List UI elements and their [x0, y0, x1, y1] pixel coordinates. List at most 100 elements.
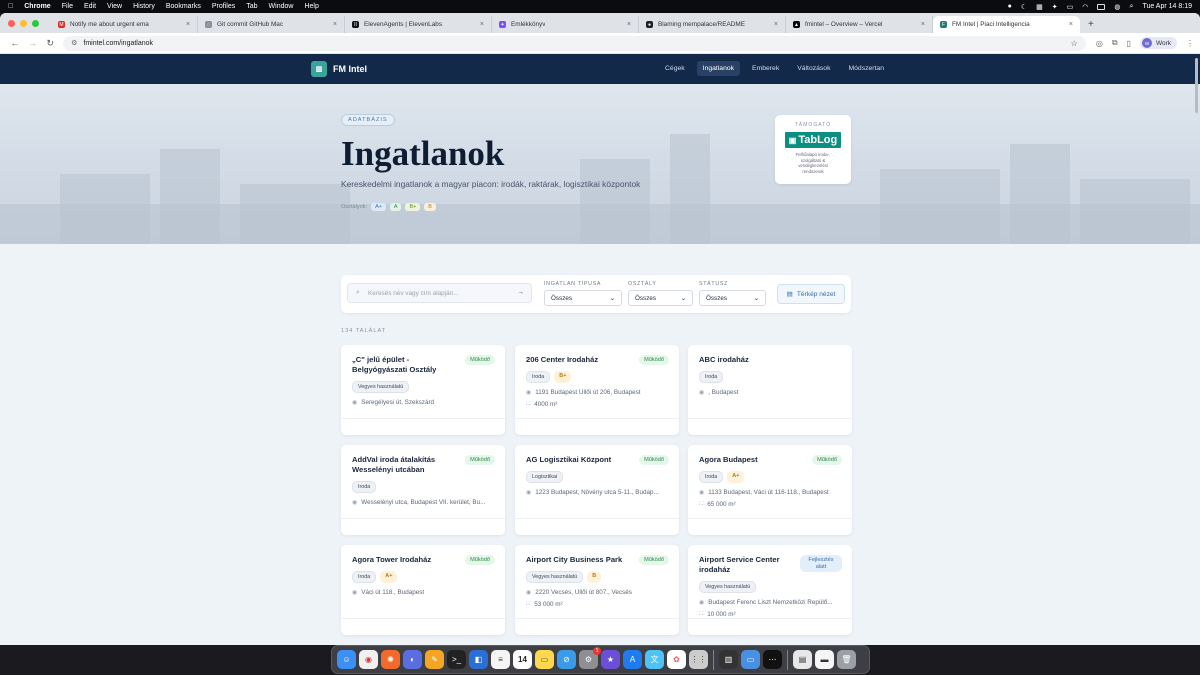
- menu-window[interactable]: Window: [269, 3, 294, 10]
- property-card[interactable]: Airport City Business Park Működő Vegyes h…: [515, 545, 679, 635]
- property-card[interactable]: „C" jelű épület - Belgyógyászati Osztály…: [341, 345, 505, 435]
- calendar-icon[interactable]: 14: [513, 650, 532, 669]
- nav-link[interactable]: Változások: [791, 61, 836, 76]
- property-card[interactable]: AddVal iroda átalakítás Wesselényi utcáb…: [341, 445, 505, 535]
- close-tab-icon[interactable]: ×: [774, 21, 778, 28]
- pencil-icon[interactable]: ✎: [425, 650, 444, 669]
- property-card[interactable]: ABC irodaház Iroda ◉, Budapest: [688, 345, 852, 435]
- sparkle-icon[interactable]: ✦: [1052, 3, 1058, 11]
- assistant-icon[interactable]: ◐: [403, 650, 422, 669]
- close-tab-icon[interactable]: ×: [1069, 21, 1073, 28]
- browser-tab[interactable]: ▲ fmintel – Overview – Vercel ×: [786, 16, 933, 33]
- submit-arrow-icon[interactable]: →: [517, 289, 524, 296]
- property-title[interactable]: AddVal iroda átalakítás Wesselényi utcáb…: [352, 455, 462, 475]
- back-icon[interactable]: ←: [6, 38, 24, 48]
- forward-icon[interactable]: →: [24, 38, 42, 48]
- menubar-datetime[interactable]: Tue Apr 14 8:19: [1142, 3, 1192, 10]
- property-title[interactable]: Airport Service Center irodaház: [699, 555, 809, 575]
- zoom-window-button[interactable]: [32, 20, 39, 27]
- new-tab-button[interactable]: +: [1080, 19, 1102, 33]
- app-store-icon[interactable]: A: [623, 650, 642, 669]
- nav-link[interactable]: Módszertan: [842, 61, 890, 76]
- close-tab-icon[interactable]: ×: [921, 21, 925, 28]
- keyboard-icon[interactable]: [1097, 3, 1106, 10]
- terminal-icon[interactable]: >_: [447, 650, 466, 669]
- calculator-icon[interactable]: ⋯: [763, 650, 782, 669]
- window-icon[interactable]: ▭: [741, 650, 760, 669]
- type-select[interactable]: Összes ⌄: [544, 290, 622, 306]
- menu-file[interactable]: File: [62, 3, 73, 10]
- property-card[interactable]: Agora Tower Irodaház Működő Iroda A+ ◉ Váci ú…: [341, 545, 505, 635]
- menu-view[interactable]: View: [107, 3, 122, 10]
- control-center-icon[interactable]: ◍: [1114, 3, 1120, 11]
- battery-icon[interactable]: ▭: [1067, 3, 1074, 11]
- property-title[interactable]: AG Logisztikai Központ: [526, 455, 636, 465]
- star-app-icon[interactable]: ★: [601, 650, 620, 669]
- sponsor-box[interactable]: TÁMOGATÓ ▣ TabLog Felhőalapú iroda-, szo…: [775, 115, 851, 184]
- page-scrollbar[interactable]: [1195, 58, 1198, 113]
- property-title[interactable]: Airport City Business Park: [526, 555, 636, 565]
- property-title[interactable]: ABC irodaház: [699, 355, 809, 365]
- browser-tab[interactable]: II ElevenAgents | ElevenLabs ×: [345, 16, 492, 33]
- property-card[interactable]: Agora Budapest Működő Iroda A+ ◉ 1133 Budapes…: [688, 445, 852, 535]
- sidepanel-icon[interactable]: ▯: [1127, 39, 1131, 48]
- profile-button[interactable]: W Work: [1139, 37, 1178, 49]
- browser-tab[interactable]: ● Blaming mempalace/README ×: [639, 16, 786, 33]
- translate-icon[interactable]: 文: [645, 650, 664, 669]
- close-tab-icon[interactable]: ×: [186, 21, 190, 28]
- browser-tab[interactable]: F FM Intel | Piaci Intelligencia ×: [933, 16, 1080, 33]
- stickies-icon[interactable]: ▭: [535, 650, 554, 669]
- more-menu-icon[interactable]: ⋮: [1186, 39, 1194, 48]
- activity-icon[interactable]: ▥: [719, 650, 738, 669]
- property-card[interactable]: AG Logisztikai Központ Működő Logisztikai ◉…: [515, 445, 679, 535]
- property-title[interactable]: 206 Center Irodaház: [526, 355, 636, 365]
- menu-edit[interactable]: Edit: [84, 3, 96, 10]
- settings-icon[interactable]: ⚙ 1: [579, 647, 601, 669]
- apple-menu-icon[interactable]: : [8, 3, 13, 10]
- property-title[interactable]: Agora Tower Irodaház: [352, 555, 462, 565]
- chrome-icon[interactable]: ◉: [359, 650, 378, 669]
- notes-icon[interactable]: ≡: [491, 650, 510, 669]
- close-tab-icon[interactable]: ×: [333, 21, 337, 28]
- menu-profiles[interactable]: Profiles: [212, 3, 235, 10]
- downloads-icon[interactable]: ▬: [815, 650, 834, 669]
- finder-icon[interactable]: ☺: [337, 650, 356, 669]
- reload-icon[interactable]: ↻: [41, 38, 59, 49]
- photos-icon[interactable]: ✿: [667, 650, 686, 669]
- record-icon[interactable]: ●: [1008, 3, 1012, 10]
- minimize-window-button[interactable]: [20, 20, 27, 27]
- property-card[interactable]: 206 Center Irodaház Működő Iroda B+ ◉ 1191 Bu…: [515, 345, 679, 435]
- close-tab-icon[interactable]: ×: [627, 21, 631, 28]
- moon-icon[interactable]: ☾: [1021, 3, 1027, 11]
- menu-history[interactable]: History: [133, 3, 155, 10]
- menu-tab[interactable]: Tab: [246, 3, 257, 10]
- bookmark-star-icon[interactable]: ☆: [1071, 39, 1078, 48]
- vscode-icon[interactable]: ◧: [469, 650, 488, 669]
- search-input[interactable]: ⌕ Keresés név vagy cím alapján... →: [347, 283, 532, 303]
- nav-link[interactable]: Cégek: [659, 61, 691, 76]
- sponsor-logo[interactable]: ▣ TabLog: [785, 132, 841, 148]
- map-view-button[interactable]: ▤ Térkép nézet: [777, 284, 845, 304]
- safari-icon[interactable]: ⊘: [557, 650, 576, 669]
- menu-help[interactable]: Help: [304, 3, 318, 10]
- property-title[interactable]: „C" jelű épület - Belgyógyászati Osztály: [352, 355, 462, 375]
- property-card[interactable]: Airport Service Center irodaház Fejleszté…: [688, 545, 852, 635]
- nav-link[interactable]: Ingatlanok: [696, 61, 741, 76]
- document-icon[interactable]: ▤: [793, 650, 812, 669]
- extension-icon[interactable]: ◎: [1096, 39, 1103, 48]
- browser-tab[interactable]: ◌ Git commit GitHub Mac ×: [198, 16, 345, 33]
- puzzle-icon[interactable]: ⧉: [1112, 38, 1118, 48]
- search-icon[interactable]: ⌕: [1130, 3, 1134, 11]
- site-logo[interactable]: ▥ FM Intel: [311, 61, 367, 77]
- address-bar[interactable]: ⚙ fmintel.com/ingatlanok ☆: [63, 35, 1086, 51]
- browser-tab[interactable]: M Notify me about urgent ema ×: [51, 16, 198, 33]
- browser-tab[interactable]: ✦ Emlékkönyv ×: [492, 16, 639, 33]
- launchpad-icon[interactable]: ⋮⋮: [689, 650, 708, 669]
- trash-icon[interactable]: 🗑: [837, 650, 856, 669]
- property-title[interactable]: Agora Budapest: [699, 455, 809, 465]
- close-window-button[interactable]: [8, 20, 15, 27]
- wifi-icon[interactable]: ◠: [1082, 3, 1088, 11]
- nav-link[interactable]: Emberek: [746, 61, 785, 76]
- menu-bookmarks[interactable]: Bookmarks: [166, 3, 201, 10]
- close-tab-icon[interactable]: ×: [480, 21, 484, 28]
